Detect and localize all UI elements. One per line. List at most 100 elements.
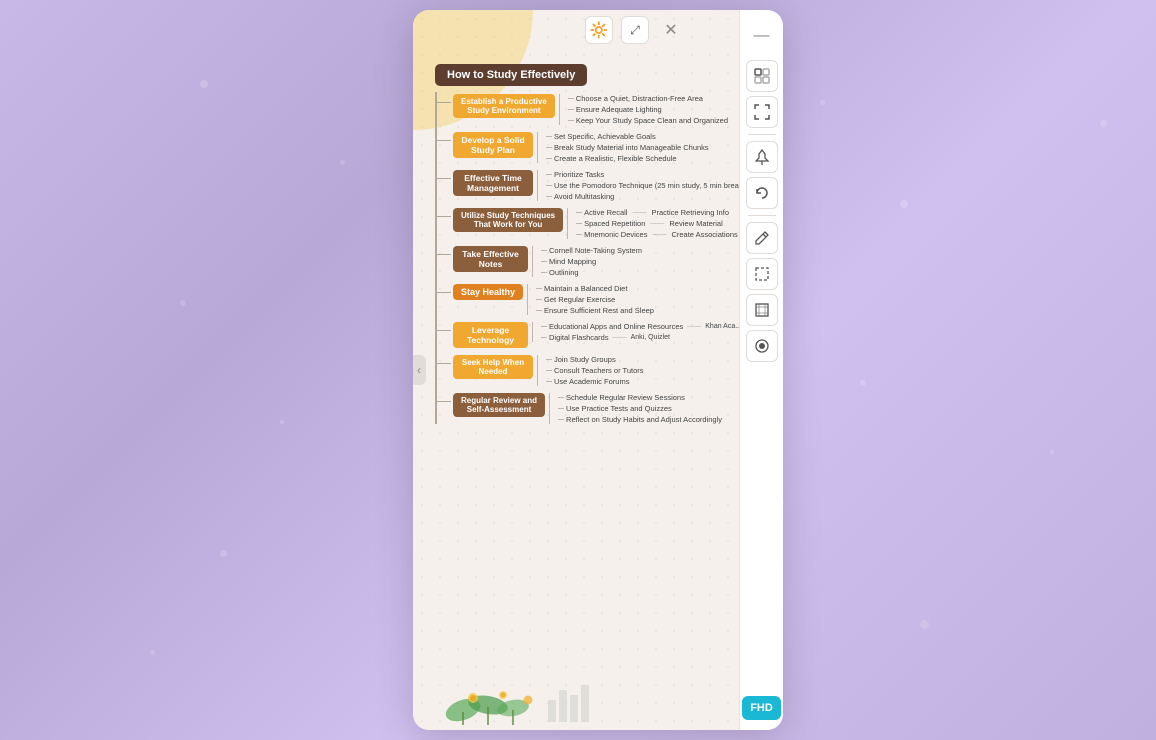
l2-5-3: Outlining bbox=[541, 268, 642, 277]
l2-4-1: Active Recall —— Practice Retrieving Inf… bbox=[576, 208, 739, 217]
l1-node-4[interactable]: Utilize Study TechniquesThat Work for Yo… bbox=[453, 208, 563, 232]
border-button[interactable] bbox=[746, 258, 778, 290]
sub-1: Choose a Quiet, Distraction-Free Area En… bbox=[559, 94, 728, 125]
l2-1-3-text: Keep Your Study Space Clean and Organize… bbox=[576, 116, 728, 125]
l2-9-3: Reflect on Study Habits and Adjust Accor… bbox=[558, 415, 722, 424]
fhd-badge[interactable]: FHD bbox=[742, 696, 781, 720]
branch-8: Seek Help WhenNeeded Join Study Groups C… bbox=[453, 353, 739, 386]
l2-3-3-text: Avoid Multitasking bbox=[554, 192, 614, 201]
l1-node-8[interactable]: Seek Help WhenNeeded bbox=[453, 355, 533, 379]
l2-6-1-text: Maintain a Balanced Diet bbox=[544, 284, 627, 293]
minimize-button[interactable]: — bbox=[746, 20, 778, 52]
l2-2-3-text: Create a Realistic, Flexible Schedule bbox=[554, 154, 677, 163]
l2-1-3: Keep Your Study Space Clean and Organize… bbox=[568, 116, 728, 125]
l2-1-2: Ensure Adequate Lighting bbox=[568, 105, 728, 114]
l2-2-2-text: Break Study Material into Manageable Chu… bbox=[554, 143, 709, 152]
collapse-handle[interactable] bbox=[413, 355, 426, 385]
mindmap-inner: How to Study Effectively Establish a Pro… bbox=[423, 52, 739, 730]
record-button[interactable] bbox=[746, 330, 778, 362]
mindmap-trunk: Establish a ProductiveStudy Environment … bbox=[435, 92, 739, 424]
l2-8-3-text: Use Academic Forums bbox=[554, 377, 629, 386]
l1-node-6[interactable]: Stay Healthy bbox=[453, 284, 523, 300]
l2-6-3-text: Ensure Sufficient Rest and Sleep bbox=[544, 306, 654, 315]
branch-7: LeverageTechnology Educational Apps and … bbox=[453, 320, 739, 348]
close-button[interactable]: ✕ bbox=[657, 16, 685, 44]
sub-9: Schedule Regular Review Sessions Use Pra… bbox=[549, 393, 722, 424]
l2-5-1-text: Cornell Note-Taking System bbox=[549, 246, 642, 255]
l1-node-3[interactable]: Effective TimeManagement bbox=[453, 170, 533, 196]
l1-node-2[interactable]: Develop a SolidStudy Plan bbox=[453, 132, 533, 158]
mindmap-container: How to Study Effectively Establish a Pro… bbox=[423, 52, 739, 730]
panel-topbar: 🔆 ⤢ ✕ bbox=[413, 10, 695, 50]
l2-2-2: Break Study Material into Manageable Chu… bbox=[546, 143, 709, 152]
l2-8-2: Consult Teachers or Tutors bbox=[546, 366, 644, 375]
l2-4-1-text: Active Recall bbox=[584, 208, 627, 217]
sub-5: Cornell Note-Taking System Mind Mapping … bbox=[532, 246, 642, 277]
l2-9-2: Use Practice Tests and Quizzes bbox=[558, 404, 722, 413]
l1-node-1[interactable]: Establish a ProductiveStudy Environment bbox=[453, 94, 555, 118]
l2-2-1: Set Specific, Achievable Goals bbox=[546, 132, 709, 141]
l2-8-2-text: Consult Teachers or Tutors bbox=[554, 366, 644, 375]
l2-5-1: Cornell Note-Taking System bbox=[541, 246, 642, 255]
main-panel: 🔆 ⤢ ✕ How to Study Effectively Establish… bbox=[413, 10, 783, 730]
l2-3-2: Use the Pomodoro Technique (25 min study… bbox=[546, 181, 739, 190]
l2-7-2-sub: Anki, Quizlet bbox=[631, 334, 670, 341]
l1-node-5[interactable]: Take EffectiveNotes bbox=[453, 246, 528, 272]
select-button[interactable] bbox=[746, 60, 778, 92]
sub-8: Join Study Groups Consult Teachers or Tu… bbox=[537, 355, 644, 386]
l2-9-2-text: Use Practice Tests and Quizzes bbox=[566, 404, 672, 413]
l2-7-2-text: Digital Flashcards bbox=[549, 333, 609, 342]
sub-7: Educational Apps and Online Resources ——… bbox=[532, 322, 739, 342]
fullscreen-button[interactable] bbox=[746, 96, 778, 128]
l2-1-1: Choose a Quiet, Distraction-Free Area bbox=[568, 94, 728, 103]
l2-4-3-sub: Create Associations / Rhymes bbox=[671, 230, 739, 239]
emoji-icon[interactable]: 🔆 bbox=[585, 16, 613, 44]
branch-1: Establish a ProductiveStudy Environment … bbox=[453, 92, 739, 125]
l2-3-3: Avoid Multitasking bbox=[546, 192, 739, 201]
l2-1-1-text: Choose a Quiet, Distraction-Free Area bbox=[576, 94, 703, 103]
l2-8-3: Use Academic Forums bbox=[546, 377, 644, 386]
pen-button[interactable] bbox=[746, 222, 778, 254]
l2-3-2-text: Use the Pomodoro Technique (25 min study… bbox=[554, 181, 739, 190]
l2-7-2: Digital Flashcards —— Anki, Quizlet bbox=[541, 333, 739, 342]
toolbar: — bbox=[739, 10, 783, 730]
l2-8-1: Join Study Groups bbox=[546, 355, 644, 364]
undo-button[interactable] bbox=[746, 177, 778, 209]
l2-8-1-text: Join Study Groups bbox=[554, 355, 616, 364]
l2-5-3-text: Outlining bbox=[549, 268, 579, 277]
l2-3-1-text: Prioritize Tasks bbox=[554, 170, 604, 179]
l2-5-2: Mind Mapping bbox=[541, 257, 642, 266]
sub-6: Maintain a Balanced Diet Get Regular Exe… bbox=[527, 284, 654, 315]
l2-4-3: Mnemonic Devices —— Create Associations … bbox=[576, 230, 739, 239]
l2-3-1: Prioritize Tasks bbox=[546, 170, 739, 179]
mindmap-root: How to Study Effectively Establish a Pro… bbox=[427, 60, 735, 428]
branch-4: Utilize Study TechniquesThat Work for Yo… bbox=[453, 206, 739, 239]
expand-icon[interactable]: ⤢ bbox=[621, 16, 649, 44]
crop-button[interactable] bbox=[746, 294, 778, 326]
root-node[interactable]: How to Study Effectively bbox=[435, 64, 587, 86]
l2-1-2-text: Ensure Adequate Lighting bbox=[576, 105, 662, 114]
l2-2-3: Create a Realistic, Flexible Schedule bbox=[546, 154, 709, 163]
sub-2: Set Specific, Achievable Goals Break Stu… bbox=[537, 132, 709, 163]
branch-2: Develop a SolidStudy Plan Set Specific, … bbox=[453, 130, 739, 163]
divider-1 bbox=[748, 134, 776, 135]
l2-2-1-text: Set Specific, Achievable Goals bbox=[554, 132, 656, 141]
l1-node-7[interactable]: LeverageTechnology bbox=[453, 322, 528, 348]
l2-7-1-text: Educational Apps and Online Resources bbox=[549, 322, 683, 331]
sub-3: Prioritize Tasks Use the Pomodoro Techni… bbox=[537, 170, 739, 201]
sub-4: Active Recall —— Practice Retrieving Inf… bbox=[567, 208, 739, 239]
divider-2 bbox=[748, 215, 776, 216]
l2-9-1-text: Schedule Regular Review Sessions bbox=[566, 393, 685, 402]
branch-9: Regular Review andSelf-Assessment Schedu… bbox=[453, 391, 739, 424]
canvas-area: 🔆 ⤢ ✕ How to Study Effectively Establish… bbox=[413, 10, 739, 730]
l2-7-1: Educational Apps and Online Resources ——… bbox=[541, 322, 739, 331]
l2-7-1-sub: Khan Aca... bbox=[705, 323, 739, 330]
l1-node-9[interactable]: Regular Review andSelf-Assessment bbox=[453, 393, 545, 417]
l2-6-1: Maintain a Balanced Diet bbox=[536, 284, 654, 293]
l2-9-1: Schedule Regular Review Sessions bbox=[558, 393, 722, 402]
l2-5-2-text: Mind Mapping bbox=[549, 257, 596, 266]
pin-button[interactable] bbox=[746, 141, 778, 173]
l2-6-2: Get Regular Exercise bbox=[536, 295, 654, 304]
l2-4-2: Spaced Repetition —— Review Material bbox=[576, 219, 739, 228]
branch-3: Effective TimeManagement Prioritize Task… bbox=[453, 168, 739, 201]
